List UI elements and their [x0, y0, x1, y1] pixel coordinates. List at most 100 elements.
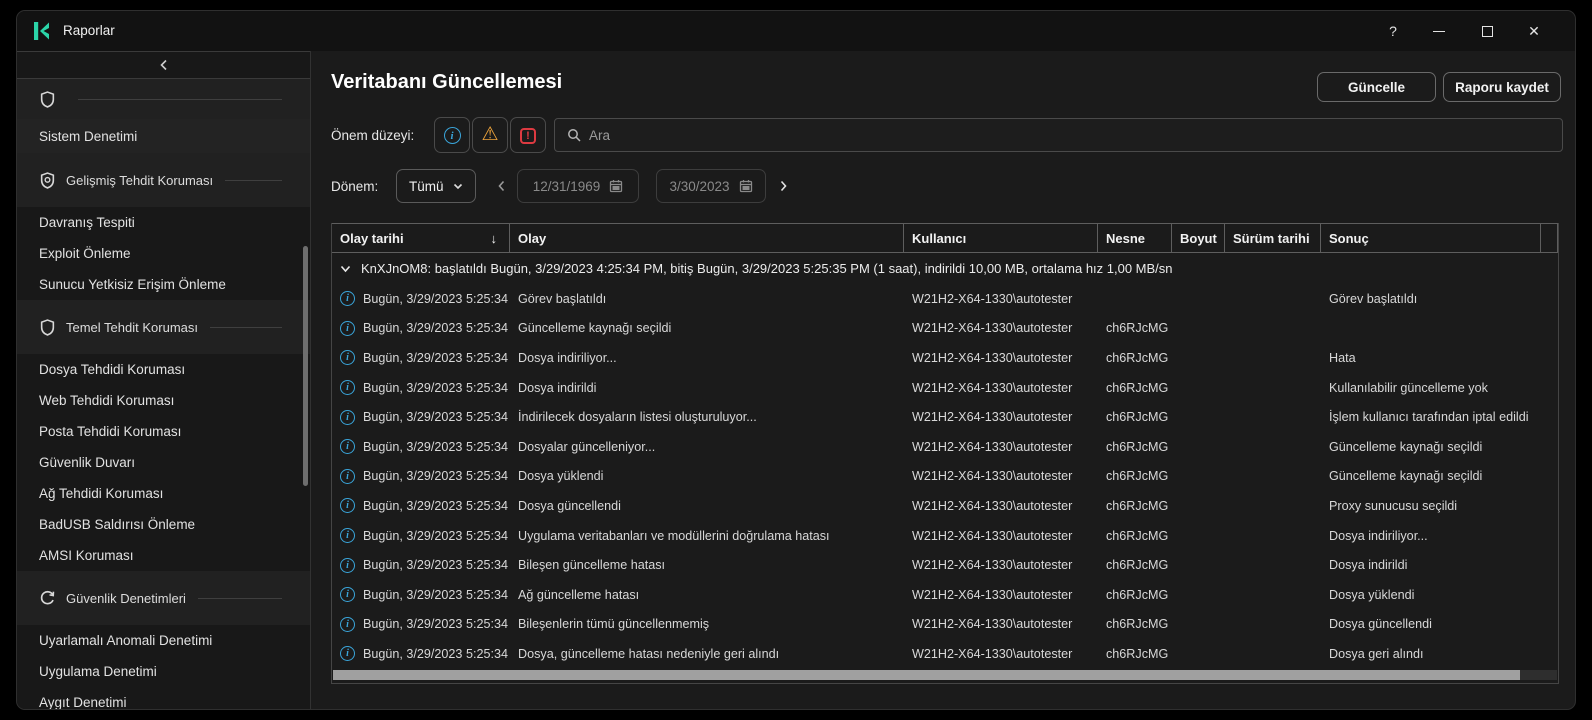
- cell-version_date: [1225, 491, 1321, 521]
- horizontal-scrollbar-thumb[interactable]: [333, 670, 1520, 680]
- window-title: Raporlar: [63, 23, 115, 38]
- info-icon: i: [444, 126, 461, 145]
- maximize-button[interactable]: [1465, 11, 1509, 51]
- cell-text: Proxy sunucusu seçildi: [1329, 499, 1457, 513]
- sidebar-item[interactable]: BadUSB Saldırısı Önleme: [17, 509, 310, 540]
- sidebar-item[interactable]: Sistem Denetimi: [17, 119, 310, 153]
- cell-text: Uygulama veritabanları ve modüllerini do…: [518, 529, 830, 543]
- cell-size: [1172, 639, 1225, 669]
- cell-date: iBugün, 3/29/2023 5:25:34 PM: [332, 343, 510, 373]
- sidebar-item[interactable]: Uygulama Denetimi: [17, 656, 310, 687]
- cell-result: Dosya güncellendi: [1321, 610, 1558, 640]
- horizontal-scrollbar[interactable]: [333, 670, 1557, 680]
- cell-object: ch6RJcMG: [1098, 432, 1172, 462]
- search-input[interactable]: [589, 128, 1562, 143]
- period-prev-button[interactable]: [491, 169, 511, 203]
- column-header-3[interactable]: Kullanıcı: [904, 224, 1098, 252]
- cell-size: [1172, 610, 1225, 640]
- table-row[interactable]: iBugün, 3/29/2023 5:25:34 PMDosya yüklen…: [332, 462, 1558, 492]
- task-group-row[interactable]: KnXJnOM8: başlatıldı Bugün, 3/29/2023 4:…: [332, 253, 1558, 284]
- cell-user: W21H2-X64-1330\autotester: [904, 373, 1098, 403]
- minimize-button[interactable]: [1417, 11, 1461, 51]
- table-row[interactable]: iBugün, 3/29/2023 5:25:34 PMDosya, günce…: [332, 639, 1558, 669]
- sidebar-item[interactable]: Dosya Tehdidi Koruması: [17, 354, 310, 385]
- sidebar-section-header: Gelişmiş Tehdit Koruması: [17, 153, 310, 207]
- table-rows: iBugün, 3/29/2023 5:25:34 PMGörev başlat…: [332, 284, 1558, 669]
- period-dropdown[interactable]: Tümü: [396, 169, 476, 203]
- update-button[interactable]: Güncelle: [1317, 72, 1436, 102]
- table-row[interactable]: iBugün, 3/29/2023 5:25:34 PMGörev başlat…: [332, 284, 1558, 314]
- cell-text: Bugün, 3/29/2023 5:25:34 PM: [363, 440, 510, 454]
- sidebar-item[interactable]: Posta Tehdidi Koruması: [17, 416, 310, 447]
- sidebar-item[interactable]: Aygıt Denetimi: [17, 687, 310, 710]
- column-header-1[interactable]: Olay tarihi↓: [332, 224, 510, 252]
- search-box[interactable]: [554, 118, 1563, 152]
- table-row[interactable]: iBugün, 3/29/2023 5:25:34 PMİndirilecek …: [332, 402, 1558, 432]
- info-icon: i: [340, 321, 355, 336]
- sidebar-item[interactable]: Sunucu Yetkisiz Erişim Önleme: [17, 269, 310, 300]
- cell-version_date: [1225, 521, 1321, 551]
- sidebar-item-label: BadUSB Saldırısı Önleme: [39, 517, 195, 532]
- cell-user: W21H2-X64-1330\autotester: [904, 314, 1098, 344]
- cell-user: W21H2-X64-1330\autotester: [904, 491, 1098, 521]
- table-row[interactable]: iBugün, 3/29/2023 5:25:34 PMUygulama ver…: [332, 521, 1558, 551]
- sidebar-item[interactable]: Web Tehdidi Koruması: [17, 385, 310, 416]
- cell-date: iBugün, 3/29/2023 5:25:34 PM: [332, 373, 510, 403]
- cell-user: W21H2-X64-1330\autotester: [904, 610, 1098, 640]
- table-row[interactable]: iBugün, 3/29/2023 5:25:34 PMDosya güncel…: [332, 491, 1558, 521]
- cell-event: Dosya güncellendi: [510, 491, 904, 521]
- cell-text: Bugün, 3/29/2023 5:25:34 PM: [363, 588, 510, 602]
- column-header-4[interactable]: Nesne: [1098, 224, 1172, 252]
- cell-text: Güncelleme kaynağı seçildi: [518, 321, 671, 335]
- table-row[interactable]: iBugün, 3/29/2023 5:25:34 PMGüncelleme k…: [332, 314, 1558, 344]
- sidebar-item[interactable]: Uyarlamalı Anomali Denetimi: [17, 625, 310, 656]
- cell-text: İndirilecek dosyaların listesi oluşturul…: [518, 410, 757, 424]
- cell-date: iBugün, 3/29/2023 5:25:34 PM: [332, 550, 510, 580]
- date-to-value: 3/30/2023: [669, 179, 729, 194]
- severity-uyarı-button[interactable]: ⚠: [472, 117, 508, 153]
- column-header-6[interactable]: Sürüm tarihi: [1225, 224, 1321, 252]
- table-row[interactable]: iBugün, 3/29/2023 5:25:34 PMAğ güncellem…: [332, 580, 1558, 610]
- sidebar-collapse-button[interactable]: [17, 51, 310, 79]
- cell-text: ch6RJcMG: [1106, 529, 1168, 543]
- sidebar-item[interactable]: Davranış Tespiti: [17, 207, 310, 238]
- help-button[interactable]: ?: [1371, 11, 1415, 51]
- severity-kritik-button[interactable]: !: [510, 117, 546, 153]
- shield-icon: [39, 91, 56, 108]
- table-row[interactable]: iBugün, 3/29/2023 5:25:34 PMDosya indiri…: [332, 373, 1558, 403]
- date-from-field[interactable]: 12/31/1969: [517, 169, 639, 203]
- sidebar-item[interactable]: Ağ Tehdidi Koruması: [17, 478, 310, 509]
- cell-result: Dosya indirildi: [1321, 550, 1558, 580]
- period-next-button[interactable]: [773, 169, 793, 203]
- cell-text: W21H2-X64-1330\autotester: [912, 647, 1072, 661]
- column-header-5[interactable]: Boyut: [1172, 224, 1225, 252]
- sidebar-scrollbar[interactable]: [303, 246, 308, 486]
- cell-size: [1172, 550, 1225, 580]
- cell-object: ch6RJcMG: [1098, 462, 1172, 492]
- save-report-button[interactable]: Raporu kaydet: [1443, 72, 1561, 102]
- table-row[interactable]: iBugün, 3/29/2023 5:25:34 PMBileşen günc…: [332, 550, 1558, 580]
- column-header-2[interactable]: Olay: [510, 224, 904, 252]
- sidebar-item[interactable]: Exploit Önleme: [17, 238, 310, 269]
- sidebar-item[interactable]: Güvenlik Duvarı: [17, 447, 310, 478]
- info-icon: i: [340, 469, 355, 484]
- cell-result: Güncelleme kaynağı seçildi: [1321, 432, 1558, 462]
- cell-object: ch6RJcMG: [1098, 314, 1172, 344]
- table-row[interactable]: iBugün, 3/29/2023 5:25:34 PMDosya indiri…: [332, 343, 1558, 373]
- cell-user: W21H2-X64-1330\autotester: [904, 343, 1098, 373]
- cell-text: Dosya güncellendi: [518, 499, 621, 513]
- sidebar-item-label: Ağ Tehdidi Koruması: [39, 486, 163, 501]
- date-to-field[interactable]: 3/30/2023: [656, 169, 766, 203]
- table-row[interactable]: iBugün, 3/29/2023 5:25:34 PMBileşenlerin…: [332, 610, 1558, 640]
- info-icon: i: [340, 410, 355, 425]
- column-label: Nesne: [1106, 231, 1145, 246]
- column-header-7[interactable]: Sonuç: [1321, 224, 1558, 252]
- sidebar-item[interactable]: AMSI Koruması: [17, 540, 310, 571]
- cell-text: W21H2-X64-1330\autotester: [912, 558, 1072, 572]
- close-button[interactable]: ✕: [1512, 11, 1556, 51]
- severity-bilgi-button[interactable]: i: [434, 117, 470, 153]
- sidebar-item-label: Davranış Tespiti: [39, 215, 135, 230]
- table-row[interactable]: iBugün, 3/29/2023 5:25:34 PMDosyalar gün…: [332, 432, 1558, 462]
- section-divider: [78, 99, 282, 100]
- info-icon: i: [340, 498, 355, 513]
